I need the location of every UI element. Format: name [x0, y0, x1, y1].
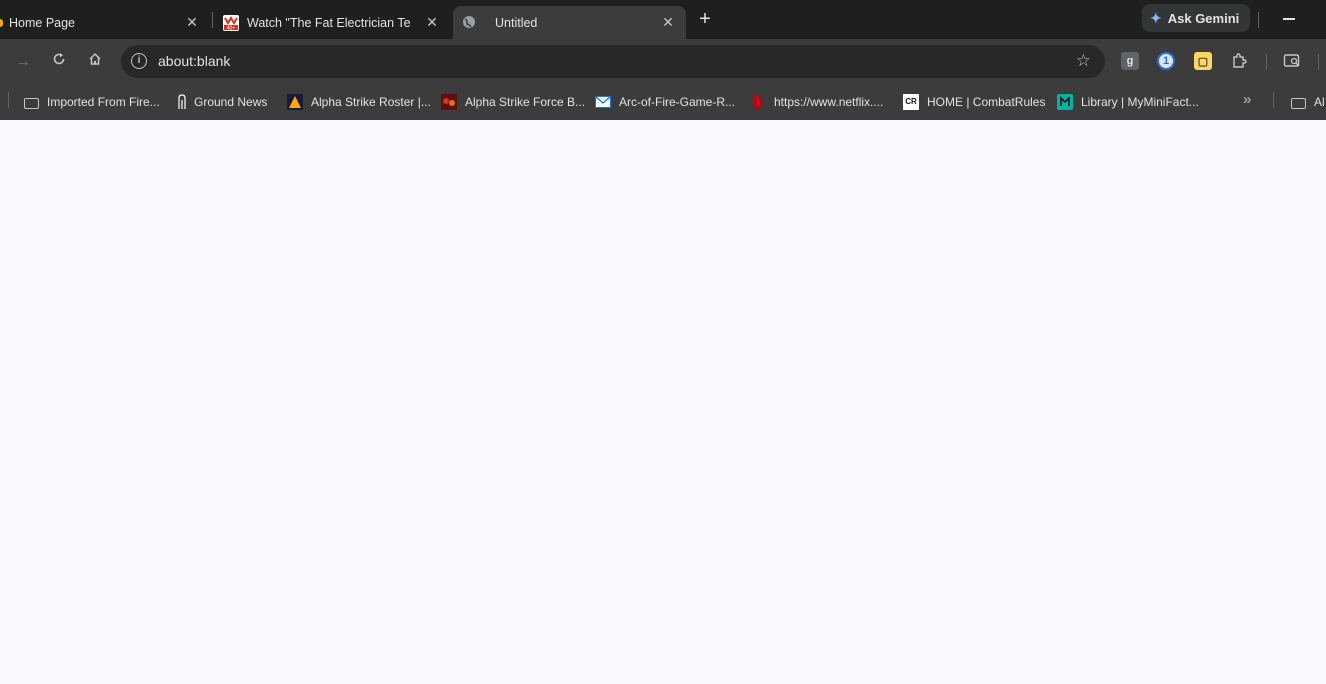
- bookmark-ground-news[interactable]: Ground News: [178, 92, 267, 112]
- force-builder-icon: [441, 94, 457, 110]
- netflix-icon: [750, 94, 766, 110]
- home-icon: [89, 52, 101, 65]
- bookmark-label: Arc-of-Fire-Game-R...: [619, 95, 736, 109]
- bookmark-label: Al: [1314, 95, 1325, 109]
- tab-untitled[interactable]: Untitled ✕: [453, 6, 686, 39]
- bookmark-combatrules[interactable]: CR HOME | CombatRules: [903, 92, 1045, 112]
- bookmark-label: Library | MyMiniFact...: [1081, 95, 1199, 109]
- folder-icon: [24, 97, 39, 109]
- bookmarks-bar: Imported From Fire... Ground News Alpha …: [0, 85, 1326, 120]
- globe-icon: [462, 15, 478, 31]
- bookmark-label: Alpha Strike Roster |...: [311, 95, 431, 109]
- ask-gemini-button[interactable]: ✦ Ask Gemini: [1142, 4, 1250, 32]
- window-controls-divider: [1258, 12, 1259, 28]
- bookmarks-divider: [1273, 92, 1274, 108]
- bookmark-myminifactory[interactable]: Library | MyMiniFact...: [1057, 92, 1199, 112]
- bookmark-arc-of-fire[interactable]: Arc-of-Fire-Game-R...: [595, 92, 735, 112]
- alpha-strike-icon: [287, 94, 303, 110]
- tab-title: Untitled: [495, 15, 538, 30]
- chevron-more-bookmarks-icon[interactable]: »: [1243, 91, 1251, 108]
- youtube-favicon-icon: 40+: [223, 14, 239, 31]
- bookmark-netflix[interactable]: https://www.netflix....: [750, 92, 883, 112]
- combatrules-icon: CR: [903, 94, 919, 110]
- myminifactory-icon: [1057, 94, 1073, 110]
- bookmark-star-icon[interactable]: ☆: [1076, 51, 1091, 71]
- blank-page-content: [0, 120, 1326, 684]
- reload-icon: [53, 53, 65, 65]
- tab-youtube-video[interactable]: 40+ Watch "The Fat Electrician Tells ✕: [214, 6, 450, 39]
- close-icon[interactable]: ✕: [424, 14, 440, 30]
- home-button[interactable]: [84, 51, 106, 73]
- bookmark-label: Alpha Strike Force B...: [465, 95, 586, 109]
- bookmark-alpha-strike-roster[interactable]: Alpha Strike Roster |...: [287, 92, 431, 112]
- gemini-sparkle-icon: ✦: [1150, 9, 1162, 26]
- folder-icon: [1291, 97, 1306, 109]
- toolbar-divider: [1318, 54, 1319, 70]
- browser-toolbar: → i about:blank ☆ g 1 ▢: [0, 39, 1326, 85]
- tab-home-page[interactable]: Home Page ✕: [0, 6, 210, 39]
- close-icon[interactable]: ✕: [184, 14, 200, 30]
- forward-button[interactable]: →: [12, 51, 34, 73]
- password-manager-icon[interactable]: 1: [1157, 52, 1175, 70]
- address-bar-url[interactable]: about:blank: [158, 53, 230, 69]
- minimize-window-button[interactable]: [1283, 18, 1295, 20]
- bookmark-folder-all[interactable]: Al: [1291, 92, 1325, 112]
- extensions-icon[interactable]: [1230, 52, 1248, 70]
- tab-divider: [212, 12, 213, 28]
- ask-gemini-label: Ask Gemini: [1167, 10, 1240, 26]
- tab-strip: Home Page ✕ 40+ Watch "The Fat Electrici…: [0, 0, 1326, 39]
- bookmark-folder-imported[interactable]: Imported From Fire...: [24, 92, 160, 112]
- site-info-icon[interactable]: i: [131, 53, 147, 69]
- bookmark-label: Ground News: [194, 95, 268, 109]
- mail-icon: [595, 94, 611, 110]
- reload-button[interactable]: [48, 51, 70, 73]
- toolbar-divider: [1266, 54, 1267, 70]
- ground-news-icon: [178, 94, 186, 110]
- tab-loading-indicator: [0, 18, 3, 27]
- address-bar[interactable]: i about:blank ☆: [121, 45, 1105, 78]
- reader-ext-icon[interactable]: ▢: [1194, 52, 1212, 70]
- tab-title: Watch "The Fat Electrician Tells: [247, 15, 410, 30]
- bookmark-label: HOME | CombatRules: [927, 95, 1046, 109]
- side-panel-icon[interactable]: [1283, 52, 1301, 70]
- bookmark-alpha-strike-force[interactable]: Alpha Strike Force B...: [441, 92, 585, 112]
- svg-text:40+: 40+: [227, 25, 236, 31]
- close-icon[interactable]: ✕: [660, 14, 676, 30]
- google-ext-icon[interactable]: g: [1121, 52, 1139, 70]
- tab-title: Home Page: [9, 15, 76, 30]
- new-tab-button[interactable]: +: [694, 9, 716, 31]
- bookmark-label: https://www.netflix....: [774, 95, 884, 109]
- bookmark-label: Imported From Fire...: [47, 95, 160, 109]
- bookmarks-divider: [8, 92, 9, 108]
